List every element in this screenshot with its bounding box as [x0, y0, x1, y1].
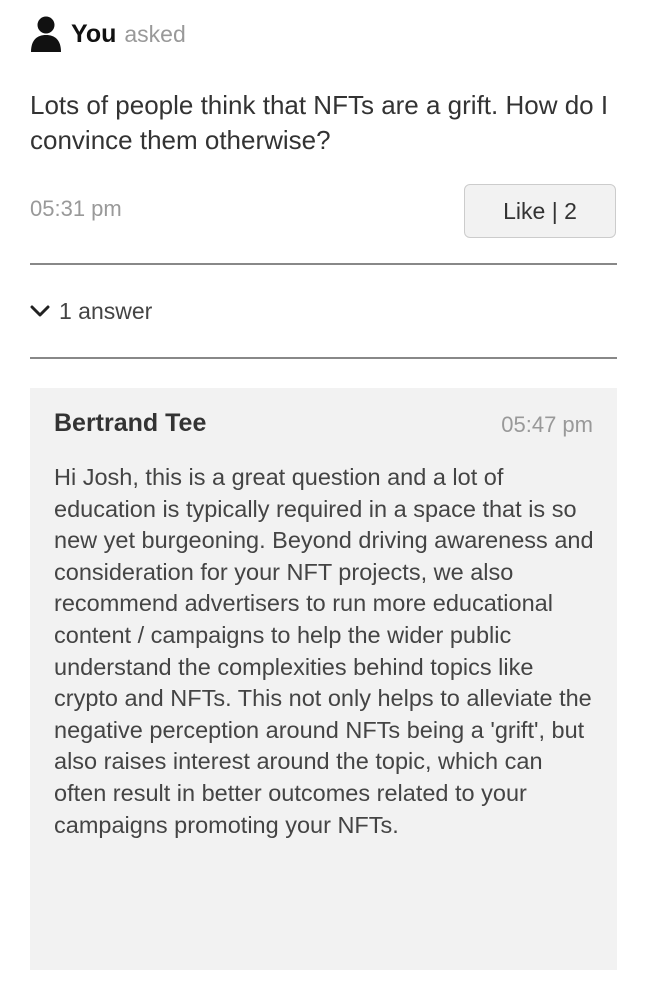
user-icon	[30, 16, 62, 52]
asked-label: asked	[124, 20, 186, 47]
divider	[30, 263, 617, 265]
answers-toggle[interactable]: 1 answer	[30, 292, 152, 330]
chevron-down-icon	[30, 304, 50, 318]
answer-card: Bertrand Tee 05:47 pm Hi Josh, this is a…	[30, 388, 617, 970]
answer-text: Hi Josh, this is a great question and a …	[54, 464, 594, 838]
answers-count-label: 1 answer	[59, 297, 153, 324]
question-author: You	[71, 19, 117, 48]
answer-timestamp: 05:47 pm	[501, 412, 593, 437]
question-timestamp: 05:31 pm	[30, 196, 122, 221]
like-button[interactable]: Like | 2	[464, 184, 616, 238]
question-header: You asked	[30, 14, 186, 54]
divider	[30, 357, 617, 359]
question-text: Lots of people think that NFTs are a gri…	[30, 90, 609, 155]
answer-author: Bertrand Tee	[54, 409, 207, 437]
